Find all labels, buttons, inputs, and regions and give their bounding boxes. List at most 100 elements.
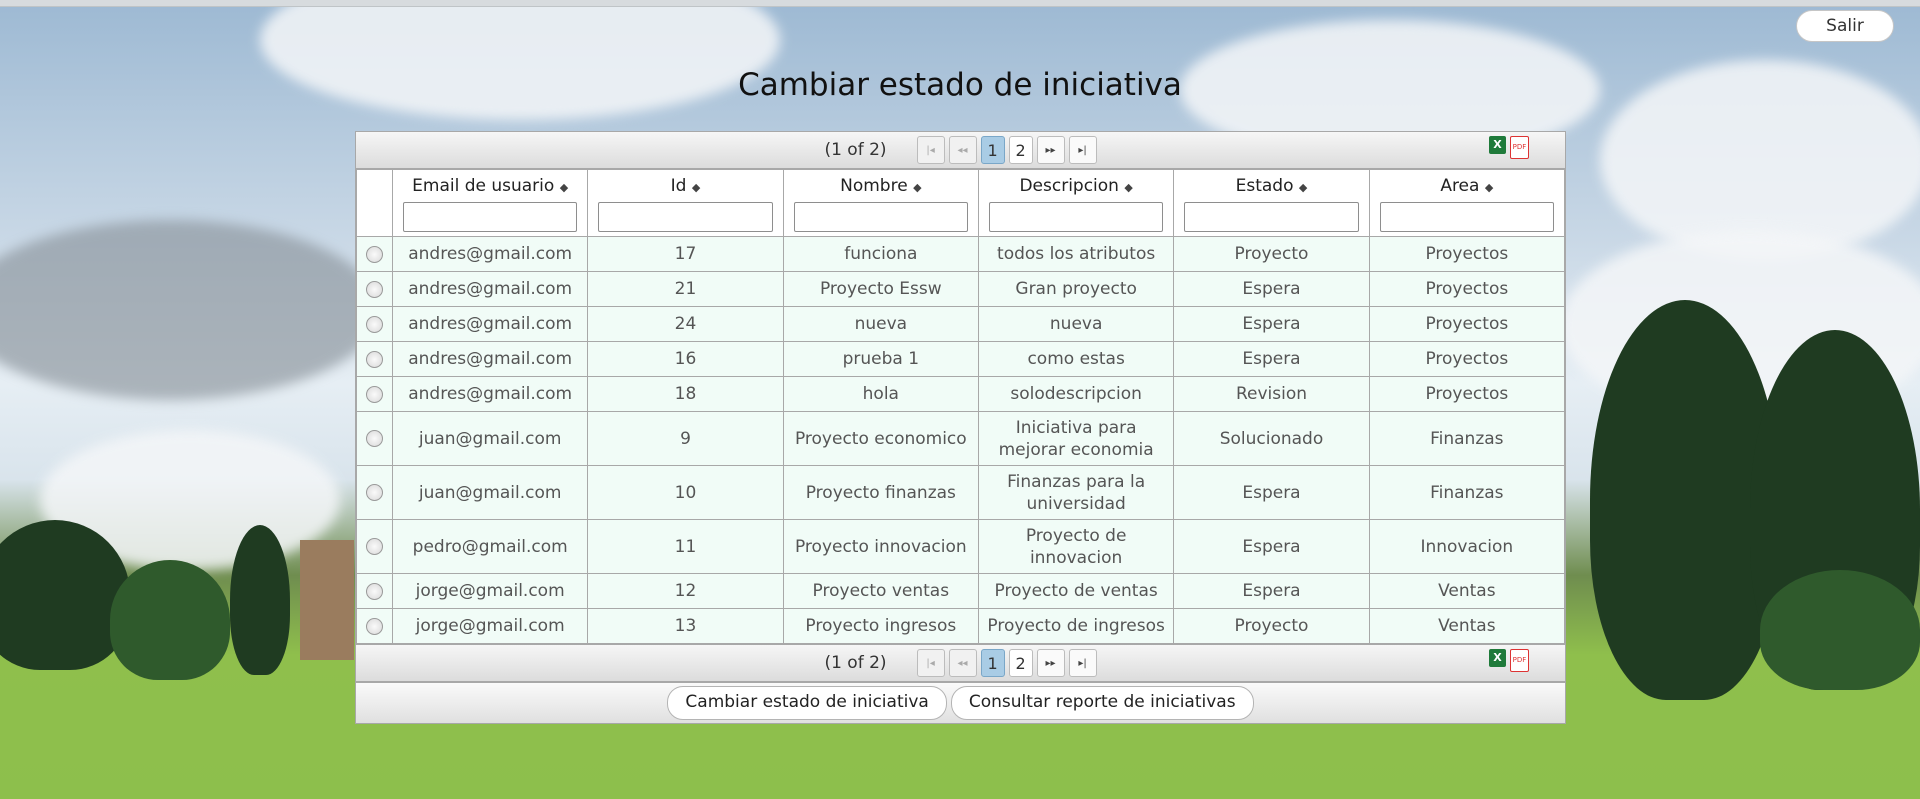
first-page-button[interactable]: |◂ xyxy=(916,136,945,164)
page-title: Cambiar estado de iniciativa xyxy=(738,67,1182,103)
cell-descripcion: solodescripcion xyxy=(977,376,1175,412)
row-radio[interactable] xyxy=(366,350,383,368)
row-radio[interactable] xyxy=(366,315,383,333)
cell-descripcion: Gran proyecto xyxy=(977,271,1175,307)
top-border xyxy=(0,0,1920,7)
cell-descripcion: Proyecto de ingresos xyxy=(977,608,1175,644)
sort-icon[interactable]: ◆ xyxy=(692,181,700,194)
page-indicator: (1 of 2) xyxy=(824,653,887,673)
view-report-button[interactable]: Consultar reporte de iniciativas xyxy=(950,686,1254,720)
cell-area: Proyectos xyxy=(1368,271,1566,307)
filter-descripcion-input[interactable] xyxy=(988,202,1164,232)
cell-email: juan@gmail.com xyxy=(391,465,589,520)
sort-icon[interactable]: ◆ xyxy=(1485,181,1493,194)
page-2-button[interactable]: 2 xyxy=(1008,649,1033,677)
cell-email: jorge@gmail.com xyxy=(391,608,589,644)
table-row[interactable]: jorge@gmail.com 13 Proyecto ingresos Pro… xyxy=(356,608,1566,644)
row-radio[interactable] xyxy=(366,245,383,263)
column-header-estado[interactable]: Estado ◆ xyxy=(1173,169,1370,237)
cell-nombre: nueva xyxy=(782,306,979,342)
cell-email: andres@gmail.com xyxy=(391,376,589,412)
change-state-button[interactable]: Cambiar estado de iniciativa xyxy=(667,686,947,720)
export-buttons: X PDF xyxy=(1489,649,1529,672)
column-header-email[interactable]: Email de usuario ◆ xyxy=(391,169,589,237)
column-header-area[interactable]: Area ◆ xyxy=(1368,169,1566,237)
pdf-icon[interactable]: PDF xyxy=(1510,649,1529,672)
cell-estado: Espera xyxy=(1173,271,1370,307)
table-row[interactable]: juan@gmail.com 9 Proyecto economico Inic… xyxy=(356,411,1566,466)
cell-id: 10 xyxy=(587,465,784,520)
cell-id: 16 xyxy=(587,341,784,377)
next-page-button[interactable]: ▸▸ xyxy=(1036,136,1065,164)
row-radio[interactable] xyxy=(366,538,383,555)
table-row[interactable]: andres@gmail.com 21 Proyecto Essw Gran p… xyxy=(356,271,1566,307)
excel-icon[interactable]: X xyxy=(1489,136,1506,154)
filter-email-input[interactable] xyxy=(403,202,578,232)
table-row[interactable]: pedro@gmail.com 11 Proyecto innovacion P… xyxy=(356,519,1566,574)
table-row[interactable]: andres@gmail.com 16 prueba 1 como estas … xyxy=(356,341,1566,377)
sort-icon[interactable]: ◆ xyxy=(1299,181,1307,194)
row-radio[interactable] xyxy=(366,617,383,635)
cell-estado: Espera xyxy=(1173,306,1370,342)
last-page-button[interactable]: ▸| xyxy=(1068,136,1097,164)
row-radio[interactable] xyxy=(366,430,383,447)
paginator-top: (1 of 2) |◂ ◂◂ 1 2 ▸▸ ▸| X PDF xyxy=(356,132,1565,169)
cell-id: 9 xyxy=(587,411,784,466)
cell-descripcion: nueva xyxy=(977,306,1175,342)
export-buttons: X PDF xyxy=(1489,136,1529,159)
filter-id-input[interactable] xyxy=(598,202,773,232)
filter-estado-input[interactable] xyxy=(1184,202,1359,232)
table-row[interactable]: andres@gmail.com 17 funciona todos los a… xyxy=(356,236,1566,272)
excel-icon[interactable]: X xyxy=(1489,649,1506,667)
page-1-button[interactable]: 1 xyxy=(980,649,1005,677)
last-page-button[interactable]: ▸| xyxy=(1068,649,1097,677)
cell-email: andres@gmail.com xyxy=(391,341,589,377)
cell-area: Innovacion xyxy=(1368,519,1566,574)
cell-email: pedro@gmail.com xyxy=(391,519,589,574)
row-radio[interactable] xyxy=(366,582,383,600)
prev-page-button[interactable]: ◂◂ xyxy=(948,649,977,677)
prev-page-button[interactable]: ◂◂ xyxy=(948,136,977,164)
pdf-icon[interactable]: PDF xyxy=(1510,136,1529,159)
page-1-button[interactable]: 1 xyxy=(980,136,1005,164)
row-radio[interactable] xyxy=(366,280,383,298)
cell-estado: Proyecto xyxy=(1173,236,1370,272)
cell-id: 24 xyxy=(587,306,784,342)
sort-icon[interactable]: ◆ xyxy=(1124,181,1132,194)
cell-estado: Proyecto xyxy=(1173,608,1370,644)
cell-email: juan@gmail.com xyxy=(391,411,589,466)
logout-button[interactable]: Salir xyxy=(1796,10,1894,42)
cell-estado: Revision xyxy=(1173,376,1370,412)
cell-id: 17 xyxy=(587,236,784,272)
sort-icon[interactable]: ◆ xyxy=(913,181,921,194)
cell-descripcion: Proyecto de ventas xyxy=(977,573,1175,609)
cell-nombre: hola xyxy=(782,376,979,412)
column-header-nombre[interactable]: Nombre ◆ xyxy=(782,169,979,237)
cell-nombre: Proyecto ventas xyxy=(782,573,979,609)
table-row[interactable]: andres@gmail.com 24 nueva nueva Espera P… xyxy=(356,306,1566,342)
page-indicator: (1 of 2) xyxy=(824,140,887,160)
cell-estado: Solucionado xyxy=(1173,411,1370,466)
paginator-bottom: (1 of 2) |◂ ◂◂ 1 2 ▸▸ ▸| X PDF xyxy=(356,644,1565,682)
row-radio[interactable] xyxy=(366,484,383,501)
cell-email: andres@gmail.com xyxy=(391,306,589,342)
filter-nombre-input[interactable] xyxy=(793,202,968,232)
cell-nombre: funciona xyxy=(782,236,979,272)
initiatives-table: Email de usuario ◆ Id ◆ Nombre ◆ Descrip… xyxy=(356,169,1566,644)
cell-descripcion: Proyecto de innovacion xyxy=(977,519,1175,574)
first-page-button[interactable]: |◂ xyxy=(916,649,945,677)
table-row[interactable]: juan@gmail.com 10 Proyecto finanzas Fina… xyxy=(356,465,1566,520)
cell-id: 12 xyxy=(587,573,784,609)
column-header-descripcion[interactable]: Descripcion ◆ xyxy=(977,169,1175,237)
row-radio[interactable] xyxy=(366,385,383,403)
sort-icon[interactable]: ◆ xyxy=(560,181,568,194)
table-row[interactable]: jorge@gmail.com 12 Proyecto ventas Proye… xyxy=(356,573,1566,609)
next-page-button[interactable]: ▸▸ xyxy=(1036,649,1065,677)
table-row[interactable]: andres@gmail.com 18 hola solodescripcion… xyxy=(356,376,1566,412)
filter-area-input[interactable] xyxy=(1379,202,1554,232)
cell-estado: Espera xyxy=(1173,341,1370,377)
column-header-id[interactable]: Id ◆ xyxy=(587,169,784,237)
page-2-button[interactable]: 2 xyxy=(1008,136,1033,164)
cell-nombre: Proyecto Essw xyxy=(782,271,979,307)
cell-id: 13 xyxy=(587,608,784,644)
